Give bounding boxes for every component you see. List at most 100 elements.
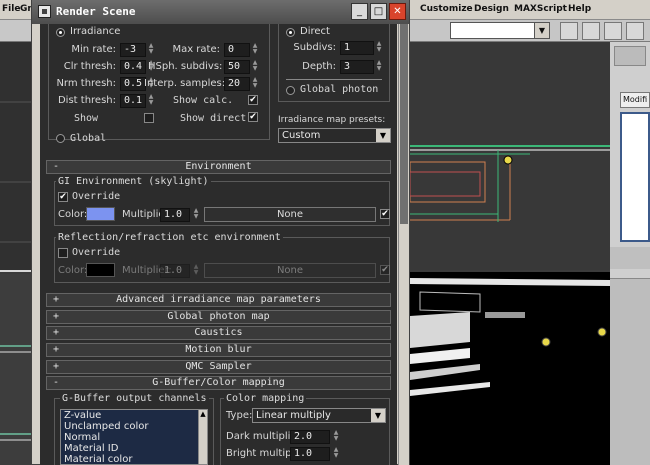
spinner-arrows-icon[interactable]: ▲ ▼ [375,41,383,55]
hsph-subdivs-spinner[interactable]: 50 [224,60,250,74]
rr-color-swatch[interactable] [86,263,115,277]
list-item[interactable]: Material color [61,454,199,465]
rr-map-button[interactable]: None [204,263,376,278]
maximize-button[interactable]: □ [370,3,387,20]
global-photon-radio[interactable] [286,86,295,95]
rr-override-label: Override [72,247,121,258]
rollout-advanced-irradiance[interactable]: + Advanced irradiance map parameters [46,293,391,307]
viewport-render [410,272,610,465]
spinner-arrows-icon[interactable]: ▲ ▼ [375,60,383,74]
depth-label: Depth: [302,61,336,72]
rr-override-checkbox[interactable] [58,248,68,258]
list-item[interactable]: Material ID [61,443,199,454]
chevron-down-icon[interactable]: ▼ [534,22,550,39]
gi-map-checkbox[interactable]: ✔ [380,209,390,219]
rollout-title: Environment [185,161,252,172]
main-toolbar: ▼ [410,20,650,42]
show-calc-checkbox[interactable]: ✔ [248,95,258,105]
rollout-global-photon-map[interactable]: + Global photon map [46,310,391,324]
spinner-arrows-icon[interactable]: ▲ ▼ [251,43,259,57]
max-rate-spinner[interactable]: 0 [224,43,250,57]
minimize-button[interactable]: _ [351,3,368,20]
render-settings-panel: Irradiance Min rate: -3 ▲ ▼ Max rate: 0 ▲… [40,24,397,465]
global-label: Global [70,133,107,144]
dist-thresh-spinner[interactable]: 0.1 [120,94,146,108]
bright-multiplier-spinner[interactable]: 1.0 [290,447,330,461]
rollout-environment[interactable]: - Environment [46,160,391,174]
viewport-top[interactable] [409,42,610,270]
clr-thresh-spinner[interactable]: 0.4 [120,60,146,74]
align-icon[interactable] [604,22,622,40]
gbuffer-channels-list[interactable]: Z-value Unclamped color Normal Material … [60,409,200,465]
irradiance-preset-value: Custom [282,130,321,141]
mirror-icon[interactable] [582,22,600,40]
rollout-caustics[interactable]: + Caustics [46,326,391,340]
irradiance-radio[interactable] [56,28,65,37]
rr-color-label: Color: [58,265,88,276]
min-rate-spinner[interactable]: -3 [120,43,146,57]
spinner-arrows-icon[interactable]: ▲ ▼ [332,430,340,444]
spinner-arrows-icon[interactable]: ▲ ▼ [251,77,259,91]
modifier-stack[interactable] [620,112,650,242]
rollout-title: Caustics [194,327,243,338]
show-checkbox[interactable] [144,113,154,123]
named-selection-icon[interactable] [560,22,578,40]
rr-map-checkbox[interactable]: ✔ [380,265,390,275]
menu-customize[interactable]: Customize [420,4,473,14]
irradiance-presets-label: Irradiance map presets: [278,115,386,125]
gi-color-swatch[interactable] [86,207,115,221]
dark-multiplier-spinner[interactable]: 2.0 [290,430,330,444]
dialog-titlebar[interactable]: Render Scene _ □ ✕ [32,0,409,24]
gi-color-label: Color: [58,209,88,220]
chevron-up-icon[interactable]: ▲ [199,410,207,418]
command-panel-tabs[interactable] [614,46,646,66]
close-button[interactable]: ✕ [389,3,406,20]
gi-multiplier-spinner[interactable]: 1.0 [160,208,190,222]
list-item[interactable]: Normal [61,432,199,443]
spinner-arrows-icon[interactable]: ▲ ▼ [192,264,200,278]
layer-icon[interactable] [626,22,644,40]
rollout-title: Global photon map [167,311,270,322]
direct-label: Direct [300,26,330,37]
list-scrollbar[interactable]: ▲ [198,409,208,465]
spinner-arrows-icon[interactable]: ▲ ▼ [192,208,200,222]
list-item[interactable]: Z-value [61,410,199,421]
color-mapping-type-dropdown[interactable]: Linear multiply ▼ [252,408,386,423]
spinner-arrows-icon[interactable]: ▲ ▼ [147,94,155,108]
scrollbar-thumb[interactable] [400,24,408,224]
rollout-title: QMC Sampler [185,361,252,372]
irradiance-presets-dropdown[interactable]: Custom ▼ [278,128,391,143]
max-rate-label: Max rate: [172,44,220,55]
modifier-stack-tools[interactable] [610,247,650,269]
app-icon [38,5,51,18]
viewport-perspective[interactable] [410,272,610,465]
global-radio[interactable] [56,134,65,143]
spinner-arrows-icon[interactable]: ▲ ▼ [251,60,259,74]
spinner-arrows-icon[interactable]: ▲ ▼ [147,43,155,57]
nrm-thresh-spinner[interactable]: 0.5 [120,77,146,91]
direct-radio[interactable] [286,28,295,37]
rollout-gbuffer-color-mapping[interactable]: - G-Buffer/Color mapping [46,376,391,390]
menu-maxscript[interactable]: MAXScript [514,4,567,14]
show-direct-checkbox[interactable]: ✔ [248,112,258,122]
interp-samples-spinner[interactable]: 20 [224,77,250,91]
gi-override-checkbox[interactable]: ✔ [58,192,68,202]
depth-spinner[interactable]: 3 [340,60,374,74]
rollout-title: Advanced irradiance map parameters [116,294,321,305]
spinner-arrows-icon[interactable]: ▲ ▼ [332,447,340,461]
chevron-down-icon: ▼ [371,409,385,422]
menu-file[interactable]: File [2,4,20,14]
background-right-area: Customize Design MAXScript Help ▼ Modifi [409,0,650,465]
subdivs-spinner[interactable]: 1 [340,41,374,55]
rollout-motion-blur[interactable]: + Motion blur [46,343,391,357]
menu-design[interactable]: Design [474,4,509,14]
list-item[interactable]: Unclamped color [61,421,199,432]
dialog-scrollbar[interactable] [398,24,409,465]
rollout-qmc-sampler[interactable]: + QMC Sampler [46,360,391,374]
subdivs-label: Subdivs: [293,42,336,53]
gi-map-button[interactable]: None [204,207,376,222]
rr-multiplier-spinner[interactable]: 1.0 [160,264,190,278]
gbuffer-channels-title: G-Buffer output channels [60,393,209,404]
modifier-list-label[interactable]: Modifi [620,92,650,108]
menu-help[interactable]: Help [568,4,591,14]
